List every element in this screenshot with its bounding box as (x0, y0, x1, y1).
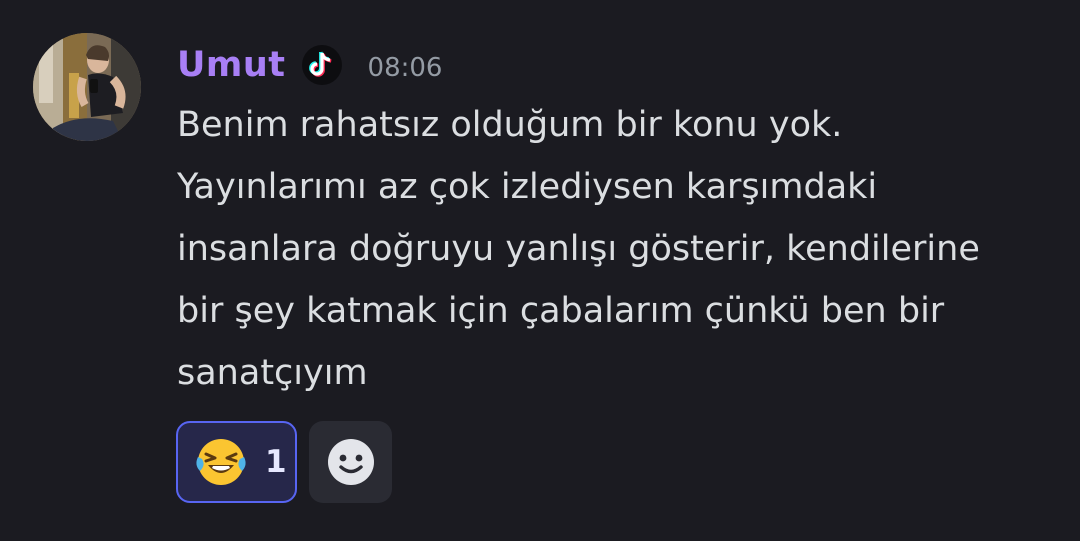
rolling-on-the-floor-laughing-icon (196, 439, 246, 485)
avatar-photo-icon (33, 33, 141, 141)
user-avatar[interactable] (33, 33, 141, 141)
smiley-add-reaction-icon (327, 439, 374, 485)
add-reaction-button[interactable] (309, 421, 392, 503)
message-line: Benim rahatsız olduğum bir konu yok. (177, 105, 843, 145)
reaction-laughing[interactable]: 1 (176, 421, 297, 503)
message-header: Umut 08:06 (177, 40, 442, 90)
reactions-bar: 1 (176, 421, 392, 503)
username[interactable]: Umut (177, 45, 286, 85)
chat-message: Umut 08:06 Benim rahatsız olduğum bir ko… (0, 0, 1080, 541)
message-content: Benim rahatsız olduğum bir konu yok. Yay… (177, 94, 1057, 404)
message-line: bir şey katmak için çabalarım çünkü ben … (177, 291, 945, 331)
tiktok-icon[interactable] (301, 45, 342, 85)
message-line: sanatçıyım (177, 353, 368, 393)
message-line: insanlara doğruyu yanlışı gösterir, kend… (177, 229, 980, 269)
message-line: Yayınlarımı az çok izlediysen karşımdaki (177, 167, 878, 207)
reaction-count: 1 (265, 444, 287, 480)
message-timestamp: 08:06 (367, 53, 443, 83)
tiktok-logo-glyph (308, 51, 332, 77)
